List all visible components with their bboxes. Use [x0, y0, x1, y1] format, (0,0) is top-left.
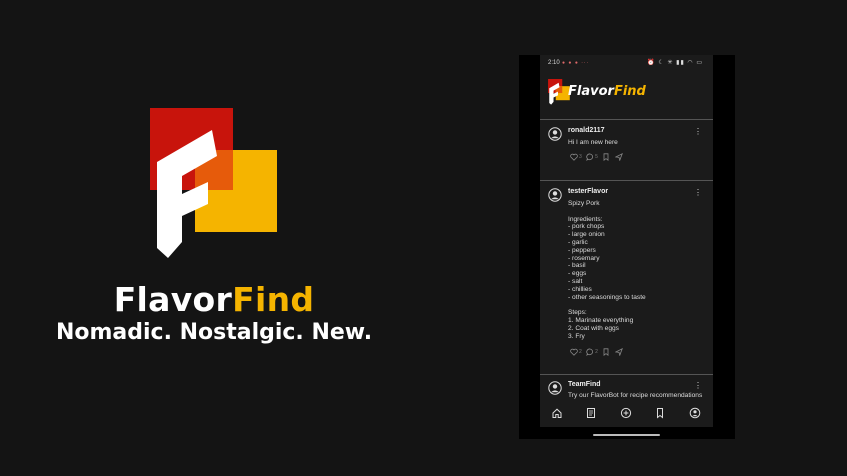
comment-icon[interactable]	[586, 348, 594, 357]
avatar-icon[interactable]	[548, 188, 562, 202]
bottom-nav	[540, 401, 713, 427]
app-logo-icon	[548, 79, 570, 105]
post-card: testerFlavor ⋮ Spizy Pork Ingredients: -…	[540, 181, 713, 374]
comment-icon[interactable]	[586, 153, 594, 162]
add-icon[interactable]	[620, 407, 632, 419]
post-card: TeamFind ⋮ Try our FlavorBot for recipe …	[540, 375, 713, 401]
post-username[interactable]: TeamFind	[568, 381, 601, 388]
avatar-icon[interactable]	[548, 127, 562, 141]
post-card: ronald2117 ⋮ Hi I am new here 3 5	[540, 120, 713, 180]
recipe-book-icon[interactable]	[585, 407, 597, 419]
app-header: FlavorFind	[540, 75, 713, 119]
like-icon[interactable]	[570, 348, 578, 356]
like-count: 2	[579, 349, 582, 355]
app-title: FlavorFind	[568, 84, 646, 99]
flavorfind-logo	[150, 108, 277, 258]
status-time: 2:10	[548, 60, 560, 66]
notification-dots: ● ● ● ···	[562, 60, 590, 66]
like-icon[interactable]	[570, 153, 578, 161]
comment-count: 2	[595, 349, 598, 355]
bookmark-icon[interactable]	[654, 407, 666, 419]
share-icon[interactable]	[614, 347, 623, 357]
post-text: Try our FlavorBot for recipe recommendat…	[568, 392, 703, 399]
post-actions: 2 2	[570, 347, 623, 358]
more-options-icon[interactable]: ⋮	[694, 188, 702, 197]
avatar-icon[interactable]	[548, 381, 562, 395]
post-username[interactable]: testerFlavor	[568, 188, 608, 195]
status-icons: ⏰ ☾ ✳ ▮▮ ◠ ▭	[647, 60, 703, 66]
post-username[interactable]: ronald2117	[568, 127, 605, 134]
status-bar: 2:10 ● ● ● ··· ⏰ ☾ ✳ ▮▮ ◠ ▭	[540, 55, 713, 71]
post-actions: 3 5	[570, 152, 623, 163]
like-count: 3	[579, 154, 582, 160]
comment-count: 5	[595, 154, 598, 160]
phone-screen: 2:10 ● ● ● ··· ⏰ ☾ ✳ ▮▮ ◠ ▭ FlavorFind r…	[540, 55, 713, 427]
brand-name: FlavorFind	[113, 280, 315, 319]
post-text: Spizy Pork Ingredients: - pork chops - l…	[568, 200, 646, 340]
more-options-icon[interactable]: ⋮	[694, 127, 702, 136]
bookmark-icon[interactable]	[602, 153, 610, 162]
profile-icon[interactable]	[689, 407, 701, 419]
bookmark-icon[interactable]	[602, 348, 610, 357]
gesture-home-bar[interactable]	[593, 434, 660, 436]
post-text: Hi I am new here	[568, 139, 618, 146]
more-options-icon[interactable]: ⋮	[694, 381, 702, 390]
home-icon[interactable]	[551, 407, 563, 419]
share-icon[interactable]	[614, 152, 623, 162]
brand-tagline: Nomadic. Nostalgic. New.	[55, 320, 373, 345]
